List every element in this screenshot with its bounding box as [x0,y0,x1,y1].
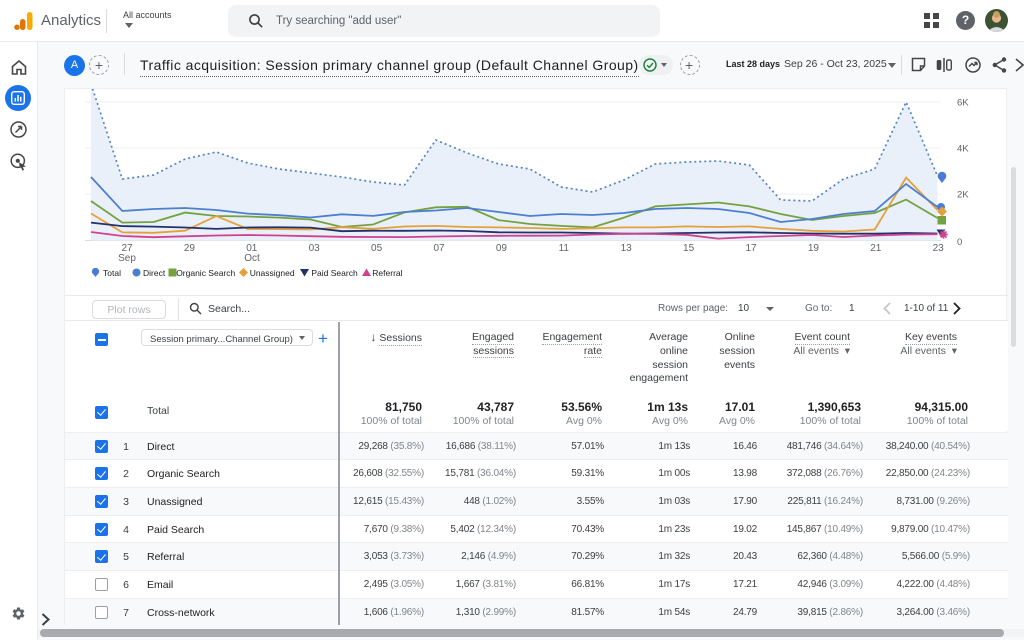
svg-text:17: 17 [745,243,757,254]
svg-text:Sep: Sep [118,253,136,264]
svg-text:Oct: Oct [244,253,260,264]
svg-text:09: 09 [496,243,508,254]
svg-text:03: 03 [309,243,321,254]
svg-text:13: 13 [621,243,633,254]
svg-text:19: 19 [808,243,820,254]
svg-text:05: 05 [371,243,383,254]
svg-text:4K: 4K [957,144,969,155]
svg-text:0: 0 [957,237,962,248]
svg-text:23: 23 [933,243,945,254]
svg-text:2K: 2K [957,190,969,201]
svg-text:21: 21 [870,243,882,254]
svg-text:29: 29 [184,243,196,254]
svg-text:15: 15 [683,243,695,254]
svg-text:11: 11 [559,243,570,254]
svg-text:6K: 6K [957,98,969,109]
svg-text:07: 07 [433,243,445,254]
